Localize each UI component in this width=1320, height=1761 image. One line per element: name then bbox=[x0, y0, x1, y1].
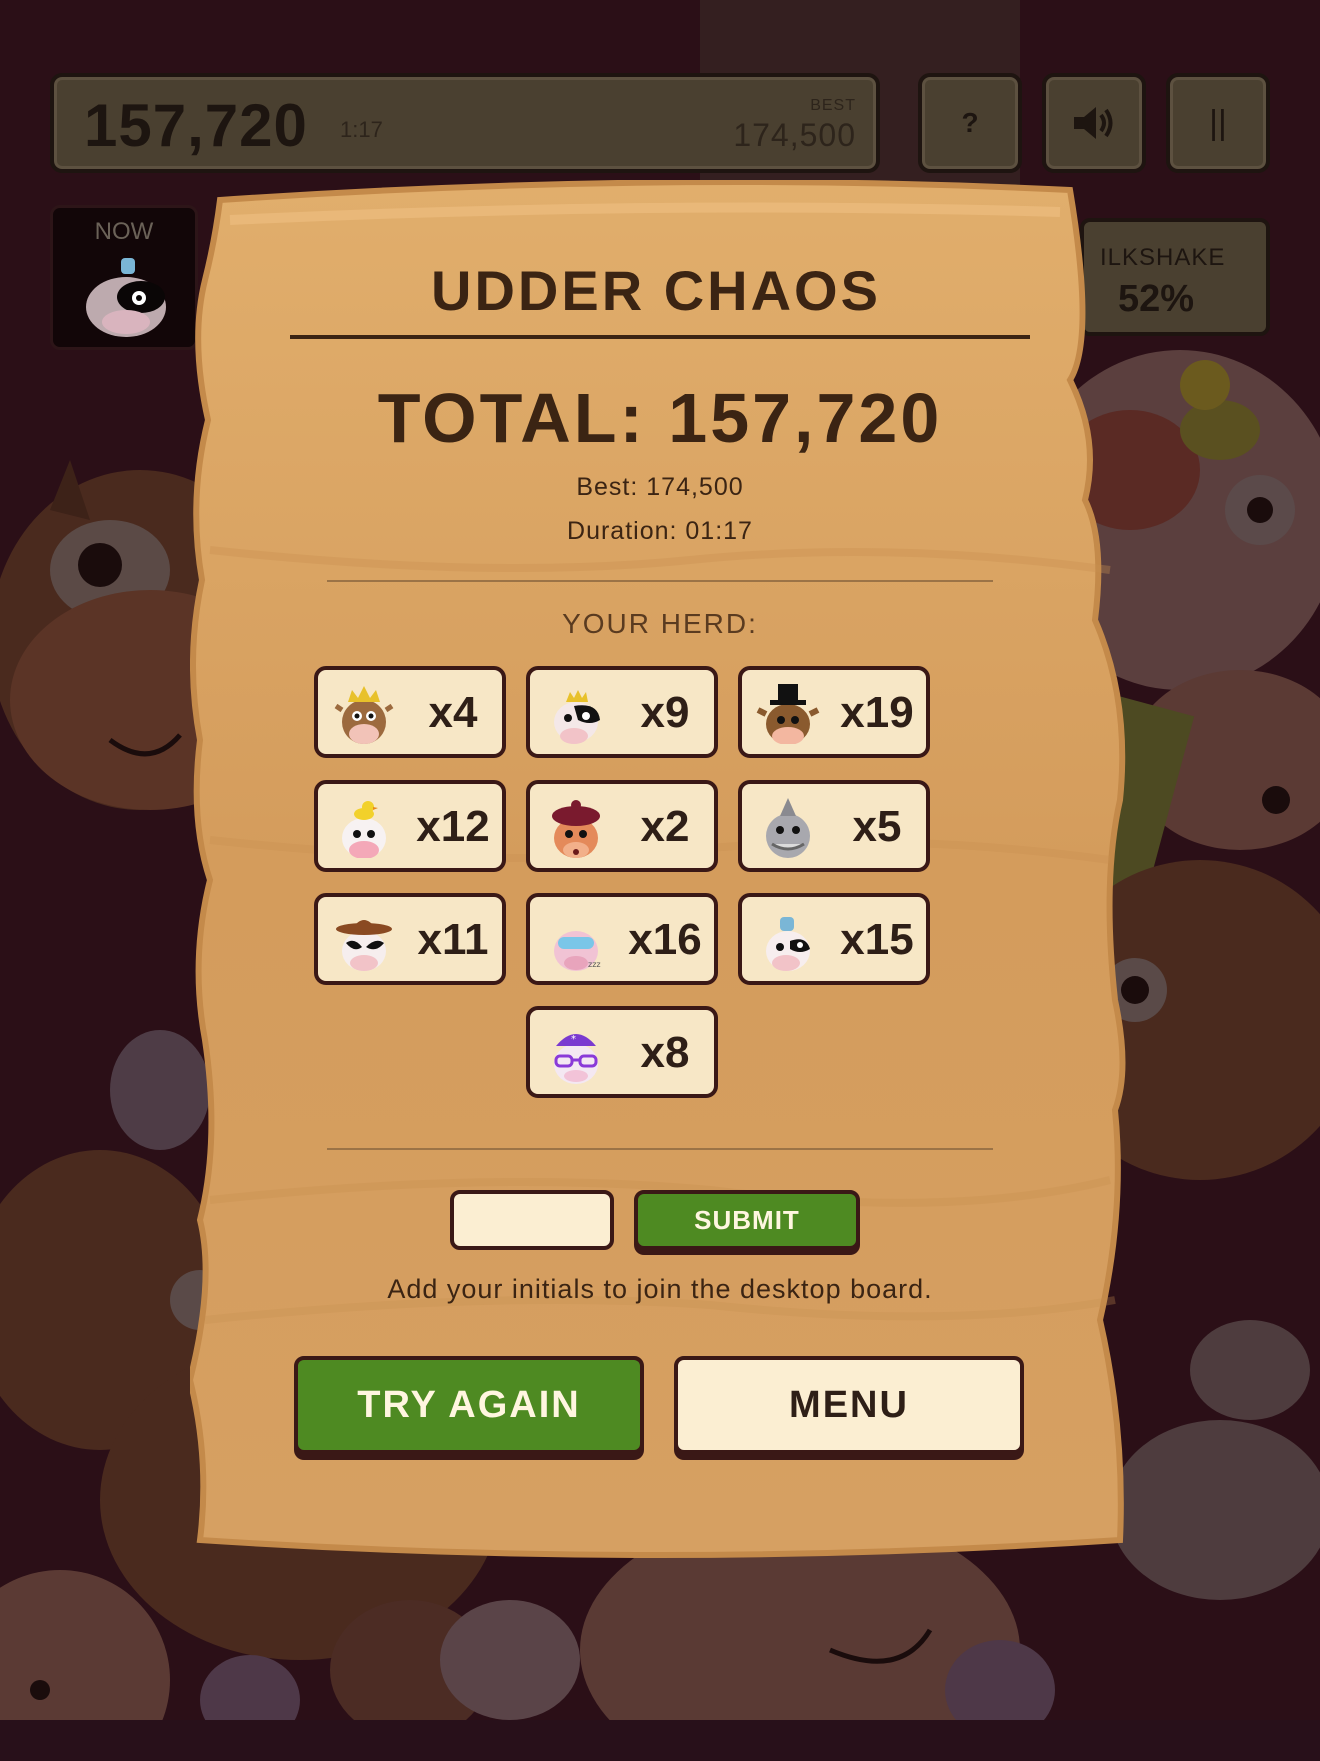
sound-button[interactable] bbox=[1042, 73, 1146, 173]
tophat-cow-icon bbox=[756, 684, 820, 744]
herd-count: x9 bbox=[640, 688, 690, 737]
svg-text:*: * bbox=[571, 1034, 576, 1045]
herd-count: x16 bbox=[628, 915, 702, 964]
divider bbox=[327, 1148, 993, 1150]
initials-input[interactable] bbox=[450, 1190, 614, 1250]
herd-count: x5 bbox=[852, 802, 902, 851]
king-cow-icon bbox=[334, 686, 394, 744]
sleepy-cow-icon: zzz bbox=[554, 931, 601, 971]
pause-button[interactable]: || bbox=[1166, 73, 1270, 173]
herd-card: * x8 bbox=[526, 1006, 718, 1098]
speaker-icon bbox=[1074, 107, 1113, 139]
svg-text:zzz: zzz bbox=[588, 960, 601, 969]
help-label: ? bbox=[961, 107, 979, 138]
submit-button[interactable]: SUBMIT bbox=[634, 1190, 860, 1250]
herd-label: YOUR HERD: bbox=[562, 608, 758, 639]
herd-card: x2 bbox=[526, 780, 718, 872]
cowboy-cow-icon bbox=[336, 920, 392, 971]
now-panel: NOW bbox=[50, 205, 198, 350]
score-value: 157,720 bbox=[84, 92, 308, 159]
timer-value: 1:17 bbox=[340, 117, 383, 142]
pause-icon: || bbox=[1209, 103, 1227, 142]
chef-cow-icon bbox=[86, 258, 166, 337]
herd-count: x11 bbox=[417, 915, 489, 964]
herd-count: x2 bbox=[640, 802, 690, 851]
duck-cow-icon bbox=[342, 801, 386, 858]
herd-count: x19 bbox=[840, 688, 914, 737]
best-value: 174,500 bbox=[733, 117, 856, 153]
herd-card: x9 bbox=[526, 666, 718, 758]
best-label: BEST bbox=[810, 97, 856, 114]
beret-cow-icon bbox=[552, 800, 600, 858]
herd-card: zzz x16 bbox=[526, 893, 718, 985]
duration-text: Duration: 01:17 bbox=[567, 517, 753, 545]
granny-cow-icon: * bbox=[554, 1034, 598, 1084]
score-panel: 157,720 1:17 BEST 174,500 bbox=[50, 73, 880, 173]
herd-count: x15 bbox=[840, 915, 914, 964]
herd-count: x4 bbox=[428, 688, 478, 737]
herd-card: x15 bbox=[738, 893, 930, 985]
best-score-text: Best: 174,500 bbox=[576, 473, 744, 501]
total-score: TOTAL: 157,720 bbox=[377, 379, 943, 457]
leaderboard-hint: Add your initials to join the desktop bo… bbox=[387, 1274, 933, 1304]
herd-card: x19 bbox=[738, 666, 930, 758]
now-label: NOW bbox=[94, 218, 154, 245]
queen-cow-icon bbox=[554, 690, 600, 744]
help-button[interactable]: ? bbox=[918, 73, 1022, 173]
modal-title: UDDER CHAOS bbox=[431, 259, 881, 322]
menu-button[interactable]: MENU bbox=[674, 1356, 1024, 1454]
herd-card: x4 bbox=[314, 666, 506, 758]
chef-cow-icon bbox=[766, 917, 810, 971]
herd-card: x5 bbox=[738, 780, 930, 872]
shark-cow-icon bbox=[766, 798, 810, 858]
herd-count: x12 bbox=[416, 802, 490, 851]
herd-count: x8 bbox=[640, 1028, 690, 1077]
divider bbox=[327, 580, 993, 582]
try-again-button[interactable]: TRY AGAIN bbox=[294, 1356, 644, 1454]
herd-card: x11 bbox=[314, 893, 506, 985]
game-over-modal: UDDER CHAOS TOTAL: 157,720 Best: 174,500… bbox=[190, 180, 1130, 1560]
herd-card: x12 bbox=[314, 780, 506, 872]
title-divider bbox=[290, 335, 1030, 339]
